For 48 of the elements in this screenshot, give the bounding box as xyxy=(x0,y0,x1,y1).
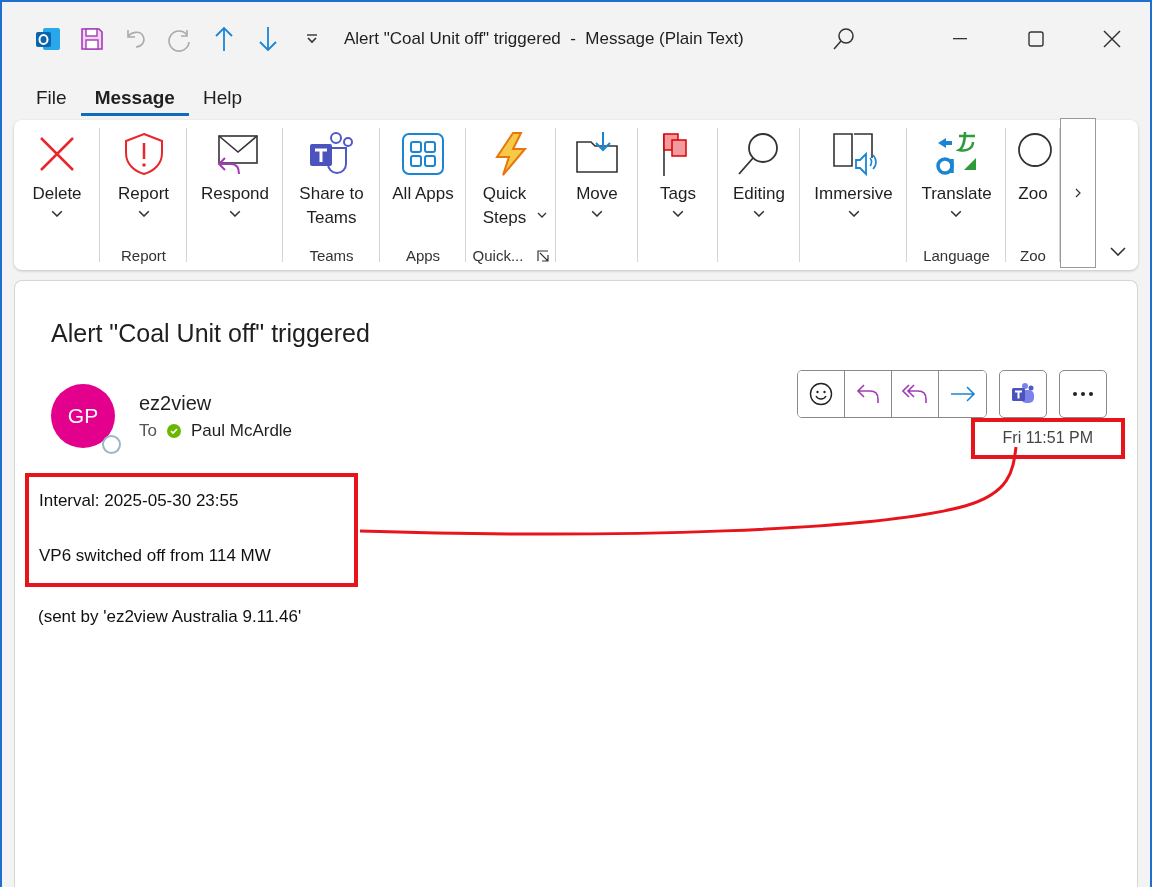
message-time: Fri 11:51 PM xyxy=(970,418,1125,459)
teams-icon[interactable] xyxy=(999,370,1047,418)
group-label: Apps xyxy=(405,247,441,264)
recipient-name[interactable]: Paul McArdle xyxy=(190,421,293,441)
ribbon-button[interactable]: Delete xyxy=(28,128,86,220)
group-label: Quick... xyxy=(472,247,524,264)
body-line: Interval: 2025-05-30 23:55 xyxy=(39,491,240,511)
chevron-down-icon xyxy=(753,210,765,218)
chevron-down-icon xyxy=(51,210,63,218)
scroll-right-icon[interactable] xyxy=(1060,118,1096,268)
group-label: Zoo xyxy=(1020,247,1046,264)
ribbon-button[interactable]: Translate xyxy=(917,128,996,220)
menu-tab[interactable]: Message xyxy=(80,80,189,116)
ribbon-button[interactable]: Quick Steps xyxy=(471,128,551,232)
dialog-launcher-icon[interactable] xyxy=(537,249,550,262)
message-footer: (sent by 'ez2view Australia 9.11.46' xyxy=(38,607,1137,627)
ribbon-button[interactable]: Immersive xyxy=(810,128,897,220)
more-options-icon[interactable] xyxy=(1059,370,1107,418)
window-title: Alert "Coal Unit off" triggered - Message (Plain Text) xyxy=(344,29,744,49)
ribbon-button[interactable]: Report xyxy=(114,128,173,220)
ribbon-button[interactable]: Zoo xyxy=(1005,128,1061,208)
chevron-down-icon xyxy=(672,210,684,218)
to-label: To xyxy=(139,421,157,441)
grid-icon xyxy=(399,130,447,178)
ribbon-button[interactable]: Tags xyxy=(650,128,706,220)
group-label: Language xyxy=(923,247,990,264)
message-subject: Alert "Coal Unit off" triggered xyxy=(51,319,371,348)
body-line: VP6 switched off from 114 MW xyxy=(39,546,272,566)
avatar-initials: GP xyxy=(67,404,99,428)
emoji-icon[interactable] xyxy=(798,371,845,417)
group-label: Report xyxy=(121,247,166,264)
chevron-down-icon xyxy=(536,212,547,218)
chevron-down-icon xyxy=(950,210,963,218)
chevron-down-icon xyxy=(847,210,860,218)
presence-icon xyxy=(102,435,121,454)
sender-name: ez2view xyxy=(139,392,213,415)
available-check-icon xyxy=(166,424,181,438)
ribbon-button[interactable]: Move xyxy=(569,128,625,220)
ribbon-button[interactable]: Respond xyxy=(196,128,274,220)
ribbon-button[interactable]: All Apps xyxy=(383,128,463,208)
group-label: Teams xyxy=(309,247,354,264)
menu-tab[interactable]: File xyxy=(22,80,81,116)
ribbon-button[interactable]: Share to Teams xyxy=(291,128,372,232)
chevron-down-icon xyxy=(137,210,150,218)
menu-tab[interactable]: Help xyxy=(188,80,256,116)
ribbon-button[interactable]: Editing xyxy=(729,128,789,220)
chevron-down-icon xyxy=(229,210,241,218)
chevron-down-icon xyxy=(591,210,603,218)
